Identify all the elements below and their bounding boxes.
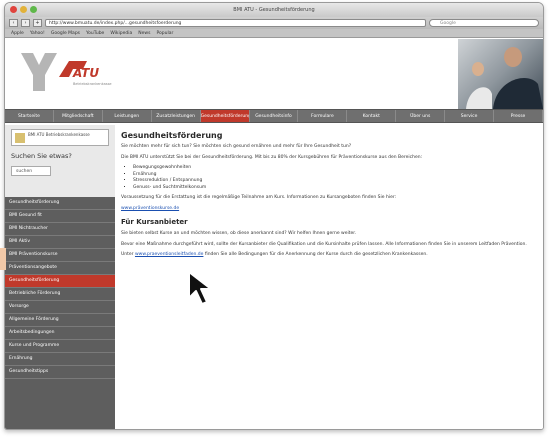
zoom-window-button[interactable] [30,6,37,13]
sidebar-item[interactable]: BMI Nichtraucher [5,223,115,236]
sidebar-item[interactable]: Allgemeine Förderung [5,314,115,327]
bookmark-item[interactable]: Apple [11,31,24,36]
promo-image [15,133,25,143]
sidebar-item[interactable]: Vorsorge [5,301,115,314]
site-header: ATU Betriebskrankenkasse [5,39,543,109]
minimize-window-button[interactable] [20,6,27,13]
nav-item[interactable]: Mitgliedschaft [54,110,103,122]
nav-item-active[interactable]: Gesundheitsförderung [200,110,250,122]
nav-item[interactable]: Presse [494,110,543,122]
nav-item[interactable]: Formulare [298,110,348,122]
paragraph-prefix: Unter [121,252,134,257]
window-controls [10,6,37,13]
paragraph: Die BMI ATU unterstützt Sie bei der Gesu… [121,154,423,160]
guideline-link[interactable]: www.praeventionsleitfaden.de [135,252,203,257]
close-window-button[interactable] [10,6,17,13]
sidebar-search-label: Suchen Sie etwas? [11,152,72,160]
sidebar-item[interactable]: Ernährung [5,353,115,366]
bookmark-item[interactable]: Wikipedia [110,31,132,36]
paragraph: Sie bieten selbst Kurse an und möchten w… [121,231,357,236]
address-bar[interactable]: http://www.bmuatu.de/index.php/...gesund… [45,19,426,27]
edge-decoration [0,248,6,270]
main-navigation: Startseite Mitgliedschaft Leistungen Zus… [5,109,543,123]
sidebar-item[interactable]: Arbeitsbedingungen [5,327,115,340]
mouse-pointer-icon [188,271,212,305]
nav-item[interactable]: Gesundheitsinfo [250,110,299,122]
course-link[interactable]: www.präventionskurse.de [121,206,179,211]
paragraph-suffix: finden Sie alle Bedingungen für die Aner… [204,252,428,257]
nav-item[interactable]: Kontakt [347,110,397,122]
bookmark-item[interactable]: Popular [156,31,173,36]
forward-button[interactable]: › [21,19,30,27]
sidebar-item[interactable]: Kurse und Programme [5,340,115,353]
sidebar-item[interactable]: Präventionsangebote [5,262,115,275]
sidebar-promo-box[interactable]: BMI ATU Betriebskrankenkasse [11,129,109,146]
sidebar-search-input[interactable]: suchen [11,166,51,176]
title-bar: BMI ATU - Gesundheitsförderung [5,3,543,17]
search-field[interactable]: Google [429,19,539,27]
promo-text: BMI ATU Betriebskrankenkasse [28,132,90,137]
list-item: Genuss- und Suchtmittelkonsum [133,185,535,192]
nav-item[interactable]: Zusatzleistungen [152,110,201,122]
page-title: Gesundheitsförderung [121,131,223,140]
paragraph: Bevor eine Maßnahme durchgeführt wird, s… [121,241,527,247]
back-button[interactable]: ‹ [9,19,18,27]
web-page: ATU Betriebskrankenkasse Startseite Mitg… [5,39,543,429]
logo-subtext: Betriebskrankenkasse [73,82,112,86]
sidebar: BMI ATU Betriebskrankenkasse Suchen Sie … [5,125,115,429]
bmi-atu-logo[interactable]: ATU Betriebskrankenkasse [17,47,117,97]
bookmark-item[interactable]: Yahoo! [30,31,45,36]
browser-toolbar: ‹ › + http://www.bmuatu.de/index.php/...… [5,17,543,29]
section-title: Für Kursanbieter [121,218,188,226]
nav-item[interactable]: Über uns [396,110,446,122]
sidebar-item-active[interactable]: Gesundheitsförderung [5,275,115,288]
nav-item[interactable]: Service [445,110,495,122]
sidebar-item[interactable]: BMI Gesund fit [5,210,115,223]
sidebar-item[interactable]: Gesundheitsförderung [5,197,115,210]
sidebar-item[interactable]: BMI Aktiv [5,236,115,249]
sidebar-item[interactable]: BMI Präventionskurse [5,249,115,262]
sidebar-item[interactable]: Betriebliche Förderung [5,288,115,301]
nav-item[interactable]: Startseite [5,110,54,122]
window-title: BMI ATU - Gesundheitsförderung [233,7,315,13]
paragraph: Voraussetzung für die Erstattung ist die… [121,195,397,200]
header-photo [458,39,543,109]
intro-text: Sie möchten mehr für sich tun? Sie möcht… [121,144,352,149]
bookmark-item[interactable]: News [138,31,150,36]
main-content: Gesundheitsförderung Sie möchten mehr fü… [121,131,535,429]
topic-list: Bewegungsgewohnheiten Ernährung Stressre… [133,165,535,191]
bookmark-item[interactable]: YouTube [86,31,104,36]
nav-item[interactable]: Leistungen [103,110,152,122]
sidebar-item[interactable]: Gesundheitstipps [5,366,115,379]
bookmarks-bar: Apple Yahoo! Google Maps YouTube Wikiped… [5,29,543,38]
logo-text: ATU [72,66,99,80]
bookmark-item[interactable]: Google Maps [51,31,80,36]
browser-window: BMI ATU - Gesundheitsförderung ‹ › + htt… [4,2,544,430]
add-bookmark-button[interactable]: + [33,19,42,27]
sidebar-top: BMI ATU Betriebskrankenkasse Suchen Sie … [5,125,115,197]
